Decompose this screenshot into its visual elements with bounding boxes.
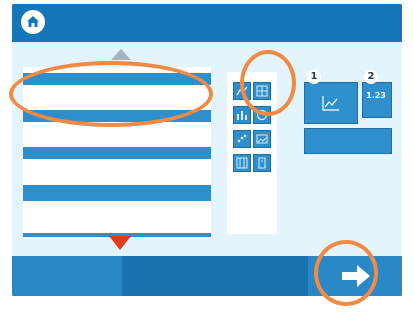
bar-chart-icon: [237, 111, 247, 120]
list-item[interactable]: [23, 147, 211, 159]
triangle-down-icon[interactable]: [109, 236, 131, 250]
highlight-ring: [9, 61, 213, 127]
list-item[interactable]: [23, 185, 211, 201]
scatter-icon: [237, 134, 247, 143]
slot-badge: 2: [364, 70, 378, 84]
chart-slot-2[interactable]: 1.23: [362, 82, 392, 118]
scatter-tool[interactable]: [233, 130, 251, 148]
home-button[interactable]: [21, 10, 45, 34]
back-button[interactable]: [12, 256, 122, 296]
slot-action-button[interactable]: [304, 128, 392, 154]
image-icon: [256, 134, 268, 144]
image-tool[interactable]: [253, 130, 271, 148]
triangle-up-icon[interactable]: [111, 49, 131, 60]
line-chart-icon: [322, 96, 339, 111]
home-icon: [27, 16, 39, 27]
table-icon: [236, 157, 248, 169]
text-tool[interactable]: [253, 154, 271, 172]
bar-chart-tool[interactable]: [233, 106, 251, 124]
top-bar: [12, 4, 402, 42]
highlight-ring: [240, 50, 296, 116]
highlight-ring: [314, 240, 378, 306]
table-tool[interactable]: [233, 154, 251, 172]
slot-value-label: 1.23: [366, 91, 386, 100]
slot-badge: 1: [307, 70, 321, 84]
chart-slot-1[interactable]: [304, 82, 358, 124]
text-icon: [258, 157, 266, 169]
